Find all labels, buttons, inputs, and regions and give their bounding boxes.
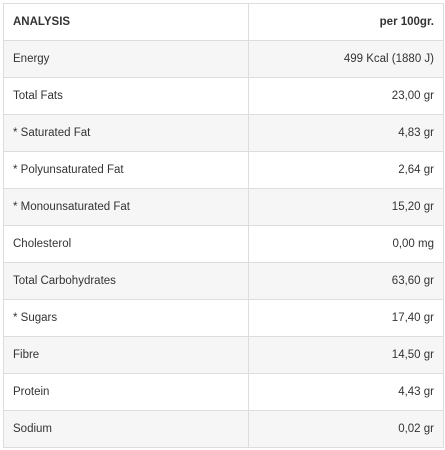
nutrient-name: Protein [3,373,249,411]
nutrient-name: * Polyunsaturated Fat [3,151,249,189]
table-row: * Polyunsaturated Fat 2,64 gr [3,151,444,189]
nutrient-name: Total Fats [3,77,249,115]
nutrient-value: 4,83 gr [248,114,444,152]
table-row: Total Carbohydrates 63,60 gr [3,262,444,300]
table-row: Total Fats 23,00 gr [3,77,444,115]
header-row: ANALYSIS per 100gr. [3,3,444,41]
nutrient-name: Fibre [3,336,249,374]
nutrition-table: ANALYSIS per 100gr. Energy 499 Kcal (188… [3,3,444,448]
nutrient-value: 499 Kcal (1880 J) [248,40,444,78]
nutrient-value: 63,60 gr [248,262,444,300]
table-row: Energy 499 Kcal (1880 J) [3,40,444,78]
table-row: * Monounsaturated Fat 15,20 gr [3,188,444,226]
nutrient-value: 0,02 gr [248,410,444,448]
table-row: Protein 4,43 gr [3,373,444,411]
analysis-header: ANALYSIS [3,3,249,41]
nutrient-value: 15,20 gr [248,188,444,226]
nutrient-value: 2,64 gr [248,151,444,189]
table-row: Fibre 14,50 gr [3,336,444,374]
nutrient-value: 4,43 gr [248,373,444,411]
nutrient-name: * Saturated Fat [3,114,249,152]
per-100g-header: per 100gr. [248,3,444,41]
table-row: Sodium 0,02 gr [3,410,444,448]
nutrient-name: Energy [3,40,249,78]
table-row: Cholesterol 0,00 mg [3,225,444,263]
nutrient-name: Cholesterol [3,225,249,263]
table-header: ANALYSIS per 100gr. [3,3,444,41]
table-row: * Saturated Fat 4,83 gr [3,114,444,152]
nutrient-name: * Monounsaturated Fat [3,188,249,226]
nutrient-value: 23,00 gr [248,77,444,115]
nutrient-name: Sodium [3,410,249,448]
nutrient-value: 17,40 gr [248,299,444,337]
nutrient-value: 14,50 gr [248,336,444,374]
table-body: Energy 499 Kcal (1880 J) Total Fats 23,0… [3,40,444,448]
nutrient-name: Total Carbohydrates [3,262,249,300]
table-row: * Sugars 17,40 gr [3,299,444,337]
nutrient-name: * Sugars [3,299,249,337]
nutrient-value: 0,00 mg [248,225,444,263]
